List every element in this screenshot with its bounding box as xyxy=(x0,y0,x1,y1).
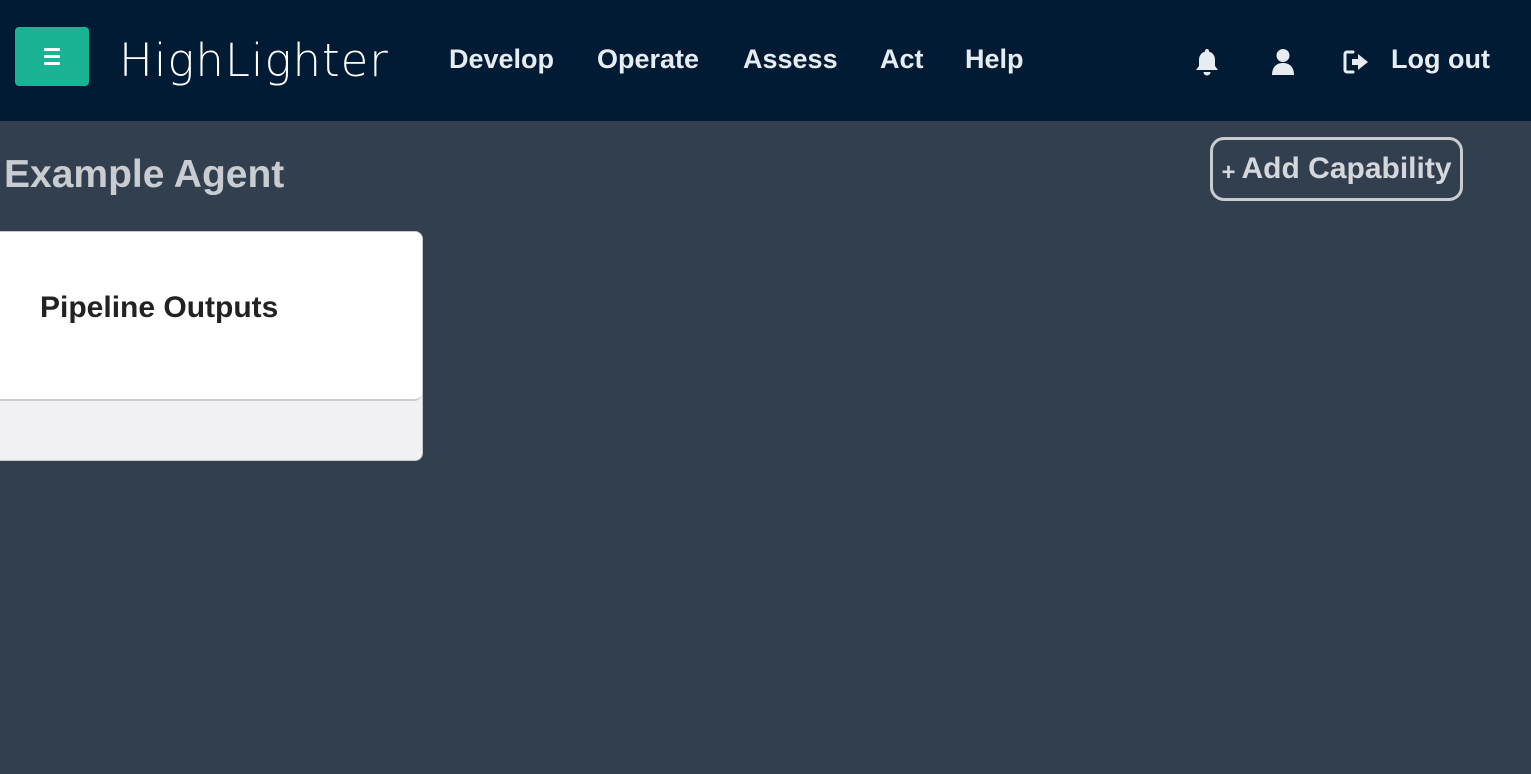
card-title: Pipeline Outputs xyxy=(40,291,279,324)
nav-operate[interactable]: Operate xyxy=(597,44,699,75)
user-icon[interactable] xyxy=(1268,47,1298,77)
nav-assess[interactable]: Assess xyxy=(743,44,838,75)
add-capability-label: Add Capability xyxy=(1241,152,1452,185)
logo-text: HighLighter xyxy=(119,34,389,87)
nav-help[interactable]: Help xyxy=(965,44,1024,75)
bell-icon[interactable] xyxy=(1192,47,1222,77)
top-navbar: HighLighter Develop Operate Assess Act H… xyxy=(0,0,1531,121)
nav-act[interactable]: Act xyxy=(880,44,924,75)
sign-out-icon xyxy=(1343,50,1368,74)
page-title: Example Agent xyxy=(4,153,285,196)
logout-label: Log out xyxy=(1391,44,1490,74)
nav-develop[interactable]: Develop xyxy=(449,44,554,75)
capability-card[interactable]: Pipeline Outputs xyxy=(0,231,423,461)
highlighter-logo[interactable]: HighLighter xyxy=(119,30,389,92)
plus-icon: + xyxy=(1221,159,1236,186)
menu-toggle-button[interactable] xyxy=(15,27,89,86)
card-body: Pipeline Outputs xyxy=(0,232,422,401)
add-capability-button[interactable]: + Add Capability xyxy=(1210,137,1463,201)
